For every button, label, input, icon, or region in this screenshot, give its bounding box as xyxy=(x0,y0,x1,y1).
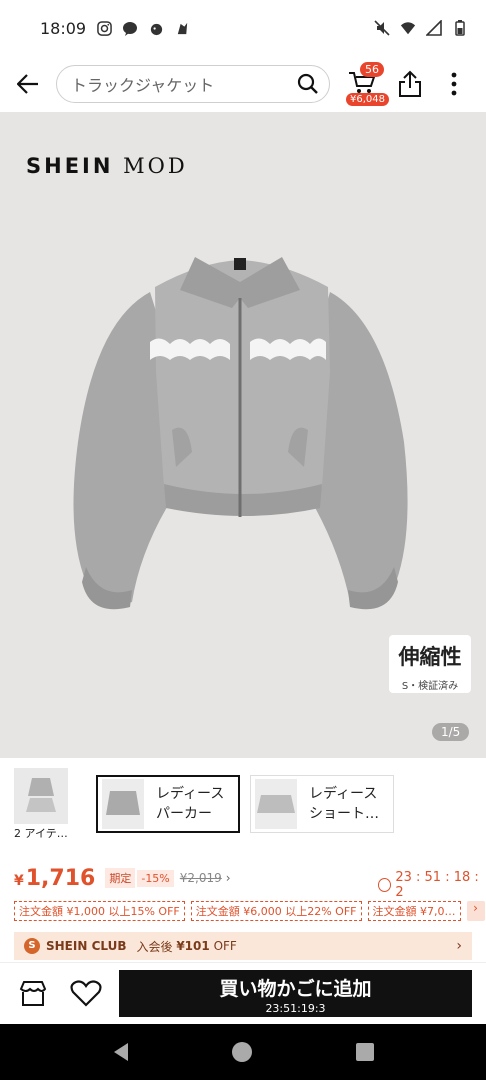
add-to-cart-button[interactable]: 買い物かごに追加 23:51:19:3 xyxy=(119,970,472,1017)
status-notification-icons xyxy=(96,20,190,36)
club-text: 入会後 xyxy=(136,939,173,954)
original-price[interactable]: ¥2,019 xyxy=(180,871,222,885)
search-input[interactable] xyxy=(71,74,297,94)
wishlist-heart-icon[interactable] xyxy=(70,979,102,1007)
variant-hoodie-image xyxy=(102,779,144,829)
coupon-2[interactable]: 注文金額 ¥6,000 以上22% OFF xyxy=(190,901,362,921)
wifi-icon xyxy=(400,20,416,36)
coupon-list: 注文金額 ¥1,000 以上15% OFF 注文金額 ¥6,000 以上22% … xyxy=(0,901,486,923)
back-button[interactable] xyxy=(12,68,44,100)
nav-recents-icon[interactable] xyxy=(356,1043,374,1061)
app-notification-icon xyxy=(148,20,164,36)
image-page-indicator: 1/5 xyxy=(432,723,470,741)
variant-hoodie-label: レディース パーカー xyxy=(156,786,225,822)
stretch-badge: 伸縮性 S・検証済み xyxy=(389,635,471,693)
top-bar: 56 ¥6,048 xyxy=(0,56,486,112)
line-app-icon xyxy=(122,20,138,36)
search-box[interactable] xyxy=(56,65,330,103)
more-options-icon[interactable] xyxy=(444,70,464,98)
variant-shorts[interactable]: レディース ショート… xyxy=(250,775,394,833)
nav-home-icon[interactable] xyxy=(232,1042,252,1062)
club-amount: ¥101 xyxy=(176,939,210,953)
product-image-carousel[interactable]: SHEIN MOD 伸縮性 S・検証済み 1/5 xyxy=(0,112,486,758)
chevron-right-icon: › xyxy=(456,938,462,954)
nav-back-icon[interactable] xyxy=(112,1042,130,1062)
sale-price: ¥1,716 xyxy=(14,865,96,891)
mute-icon xyxy=(374,20,390,36)
search-icon[interactable] xyxy=(297,73,319,95)
stretch-badge-subtitle: S・検証済み xyxy=(401,681,459,692)
add-to-cart-timer: 23:51:19:3 xyxy=(265,1002,326,1015)
clock-icon xyxy=(378,878,392,892)
add-to-cart-label: 買い物かごに追加 xyxy=(219,978,372,1000)
shein-club-icon: S xyxy=(24,938,40,954)
status-time: 18:09 xyxy=(40,18,87,38)
chevron-right-icon[interactable]: › xyxy=(226,871,231,885)
signal-icon xyxy=(426,20,442,36)
all-items-label: 2 アイテ… xyxy=(14,827,68,840)
system-nav-bar xyxy=(0,1024,486,1080)
share-icon[interactable] xyxy=(397,70,423,98)
variant-shorts-image xyxy=(255,779,297,829)
battery-icon xyxy=(452,20,468,36)
store-icon[interactable] xyxy=(18,979,48,1007)
instagram-icon xyxy=(96,20,112,36)
variant-shorts-label: レディース ショート… xyxy=(309,786,379,822)
status-system-icons xyxy=(374,20,468,36)
status-bar: 18:09 xyxy=(0,0,486,56)
club-name: SHEIN CLUB xyxy=(46,939,127,953)
club-off: OFF xyxy=(213,939,237,953)
cart-count-badge: 56 xyxy=(360,62,384,77)
shein-club-banner[interactable]: S SHEIN CLUB 入会後 ¥101 OFF › xyxy=(14,932,472,960)
all-items-thumbnail[interactable] xyxy=(14,768,68,824)
price-row: ¥1,716 期定 -15% ¥2,019 › 23 : 51 : 18 : 2 xyxy=(0,860,486,901)
app-notification-icon-2 xyxy=(174,20,190,36)
variant-hoodie[interactable]: レディース パーカー xyxy=(96,775,240,833)
variant-selector: 2 アイテ… レディース パーカー レディース ショート… xyxy=(0,758,486,848)
stretch-badge-title: 伸縮性 xyxy=(398,645,462,669)
cart-total-badge: ¥6,048 xyxy=(346,93,389,106)
arrow-left-icon xyxy=(17,74,38,94)
discount-badge: -15% xyxy=(137,869,174,887)
bottom-action-bar: 買い物かごに追加 23:51:19:3 xyxy=(0,962,486,1024)
sale-countdown: 23 : 51 : 18 : 2 xyxy=(378,870,486,900)
coupon-3[interactable]: 注文金額 ¥7,0… xyxy=(367,901,461,921)
limited-label: 期定 xyxy=(105,868,136,888)
coupon-1[interactable]: 注文金額 ¥1,000 以上15% OFF xyxy=(14,901,185,921)
outfit-thumbnail-icon xyxy=(26,778,56,812)
cart-button[interactable]: 56 ¥6,048 xyxy=(344,62,389,106)
coupon-more-chevron-icon[interactable]: › xyxy=(466,901,485,921)
